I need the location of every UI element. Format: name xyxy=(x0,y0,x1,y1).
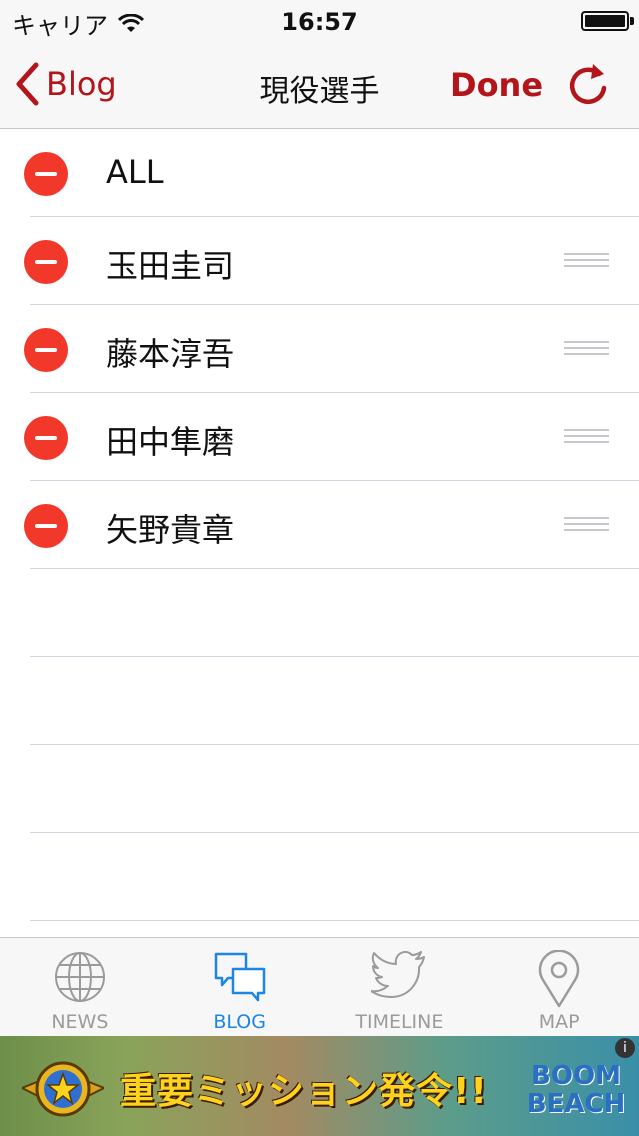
ad-logo: BOOM BEACH xyxy=(526,1061,626,1119)
globe-icon xyxy=(54,952,105,1002)
tab-label: MAP xyxy=(538,1011,580,1033)
refresh-icon[interactable] xyxy=(566,60,612,108)
chat-bubbles-icon xyxy=(214,952,265,1002)
ad-headline: 重要ミッション発令!! xyxy=(120,1071,488,1112)
editable-list: ALL 玉田圭司 藤本淳吾 田中隼磨 矢野貴章 xyxy=(0,129,639,921)
reorder-handle-icon[interactable] xyxy=(564,429,609,445)
delete-minus-icon[interactable] xyxy=(24,504,68,548)
battery-tip xyxy=(630,17,634,25)
list-item-label: 藤本淳吾 xyxy=(106,335,235,373)
list-item-label: 矢野貴章 xyxy=(106,511,235,549)
navigation-bar: Blog 現役選手 Done xyxy=(0,42,639,129)
delete-minus-icon[interactable] xyxy=(24,416,68,460)
reorder-handle-icon[interactable] xyxy=(564,517,609,533)
ad-banner[interactable]: 重要ミッション発令!! BOOM BEACH i xyxy=(0,1036,639,1136)
delete-minus-icon[interactable] xyxy=(24,328,68,372)
list-item: ALL xyxy=(24,129,639,217)
list-item: 玉田圭司 xyxy=(24,217,639,305)
tab-map[interactable]: MAP xyxy=(479,938,639,1036)
chevron-left-icon xyxy=(16,62,39,106)
star-badge-icon xyxy=(22,1061,104,1117)
battery-icon xyxy=(581,11,629,31)
tab-blog[interactable]: BLOG xyxy=(160,938,320,1036)
list-item-label: ALL xyxy=(106,153,164,191)
empty-row-separator xyxy=(30,745,639,833)
list-item: 田中隼磨 xyxy=(24,393,639,481)
delete-minus-icon[interactable] xyxy=(24,152,68,196)
tab-label: BLOG xyxy=(213,1011,266,1033)
list-item: 矢野貴章 xyxy=(24,481,639,569)
delete-minus-icon[interactable] xyxy=(24,240,68,284)
tab-timeline[interactable]: TIMELINE xyxy=(320,938,480,1036)
back-button-label: Blog xyxy=(46,65,117,103)
status-bar: キャリア 16:57 xyxy=(0,0,639,42)
bird-icon xyxy=(371,950,426,998)
tab-label: TIMELINE xyxy=(355,1011,444,1033)
empty-row-separator xyxy=(30,569,639,657)
done-button[interactable]: Done xyxy=(450,66,543,104)
status-time: 16:57 xyxy=(281,8,358,36)
reorder-handle-icon[interactable] xyxy=(564,253,609,269)
list-item: 藤本淳吾 xyxy=(24,305,639,393)
tab-bar: NEWS BLOG TIMELINE MAP xyxy=(0,937,639,1036)
list-item-label: 玉田圭司 xyxy=(106,247,235,285)
reorder-handle-icon[interactable] xyxy=(564,341,609,357)
ad-info-icon[interactable]: i xyxy=(615,1038,635,1058)
empty-row-separator xyxy=(30,833,639,921)
list-item-label: 田中隼磨 xyxy=(106,423,235,461)
back-button[interactable]: Blog xyxy=(14,62,117,106)
tab-label: NEWS xyxy=(51,1011,109,1033)
tab-news[interactable]: NEWS xyxy=(0,938,160,1036)
map-pin-icon xyxy=(538,950,580,1008)
empty-row-separator xyxy=(30,657,639,745)
